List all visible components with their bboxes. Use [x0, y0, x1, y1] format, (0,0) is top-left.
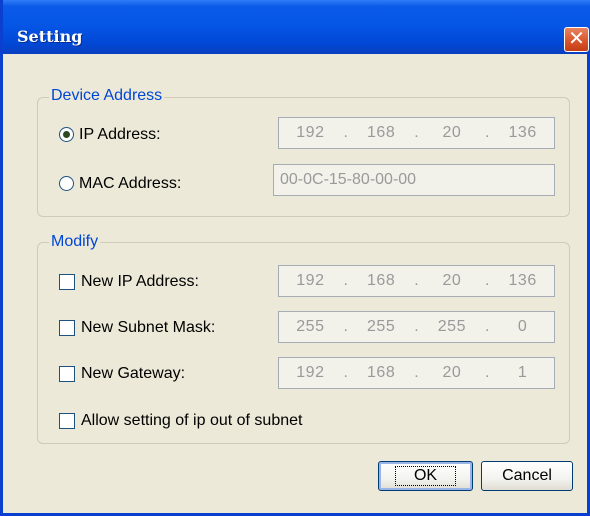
ok-button-label: OK [394, 466, 457, 486]
subnet-octet: 255 [296, 318, 325, 335]
new-gateway-field[interactable]: 192. 168. 20. 1 [278, 357, 555, 389]
title-bar[interactable]: Setting ✕ [3, 0, 590, 54]
new-ip-label[interactable]: New IP Address: [81, 273, 199, 291]
ip-octet: 168 [367, 272, 396, 289]
gateway-octet: 192 [296, 364, 325, 381]
ip-octet: 20 [442, 272, 462, 289]
new-gateway-label[interactable]: New Gateway: [81, 365, 185, 383]
mac-address-radio[interactable] [59, 176, 74, 191]
new-ip-field[interactable]: 192. 168. 20. 136 [278, 265, 555, 297]
subnet-octet: 255 [437, 318, 466, 335]
modify-legend: Modify [49, 233, 101, 251]
ok-button[interactable]: OK [378, 461, 473, 491]
window-title: Setting [17, 27, 83, 46]
ip-octet: 20 [442, 124, 462, 141]
ip-octet: 136 [508, 124, 537, 141]
gateway-octet: 1 [517, 364, 528, 381]
ip-address-radio[interactable] [59, 127, 74, 142]
close-icon: ✕ [568, 26, 585, 50]
gateway-octet: 168 [367, 364, 396, 381]
new-subnet-field[interactable]: 255. 255. 255. 0 [278, 311, 555, 343]
ip-octet: 168 [367, 124, 396, 141]
setting-dialog: Setting ✕ Device Address IP Address: 192… [0, 0, 590, 516]
device-address-legend: Device Address [49, 87, 165, 105]
device-address-group [37, 97, 570, 217]
device-ip-field: 192. 168. 20. 136 [278, 117, 555, 149]
ip-address-label[interactable]: IP Address: [79, 126, 161, 144]
ip-octet: 136 [508, 272, 537, 289]
new-subnet-checkbox[interactable] [59, 320, 75, 336]
allow-out-of-subnet-checkbox[interactable] [59, 413, 75, 429]
new-ip-checkbox[interactable] [59, 274, 75, 290]
mac-address-field: 00-0C-15-80-00-00 [273, 164, 555, 196]
subnet-octet: 255 [367, 318, 396, 335]
gateway-octet: 20 [442, 364, 462, 381]
new-gateway-checkbox[interactable] [59, 366, 75, 382]
subnet-octet: 0 [517, 318, 528, 335]
ip-octet: 192 [296, 272, 325, 289]
new-subnet-label[interactable]: New Subnet Mask: [81, 319, 215, 337]
mac-address-label[interactable]: MAC Address: [79, 175, 181, 193]
ip-octet: 192 [296, 124, 325, 141]
close-button[interactable]: ✕ [564, 27, 589, 52]
allow-out-of-subnet-label[interactable]: Allow setting of ip out of subnet [81, 412, 302, 430]
cancel-button[interactable]: Cancel [481, 461, 573, 491]
